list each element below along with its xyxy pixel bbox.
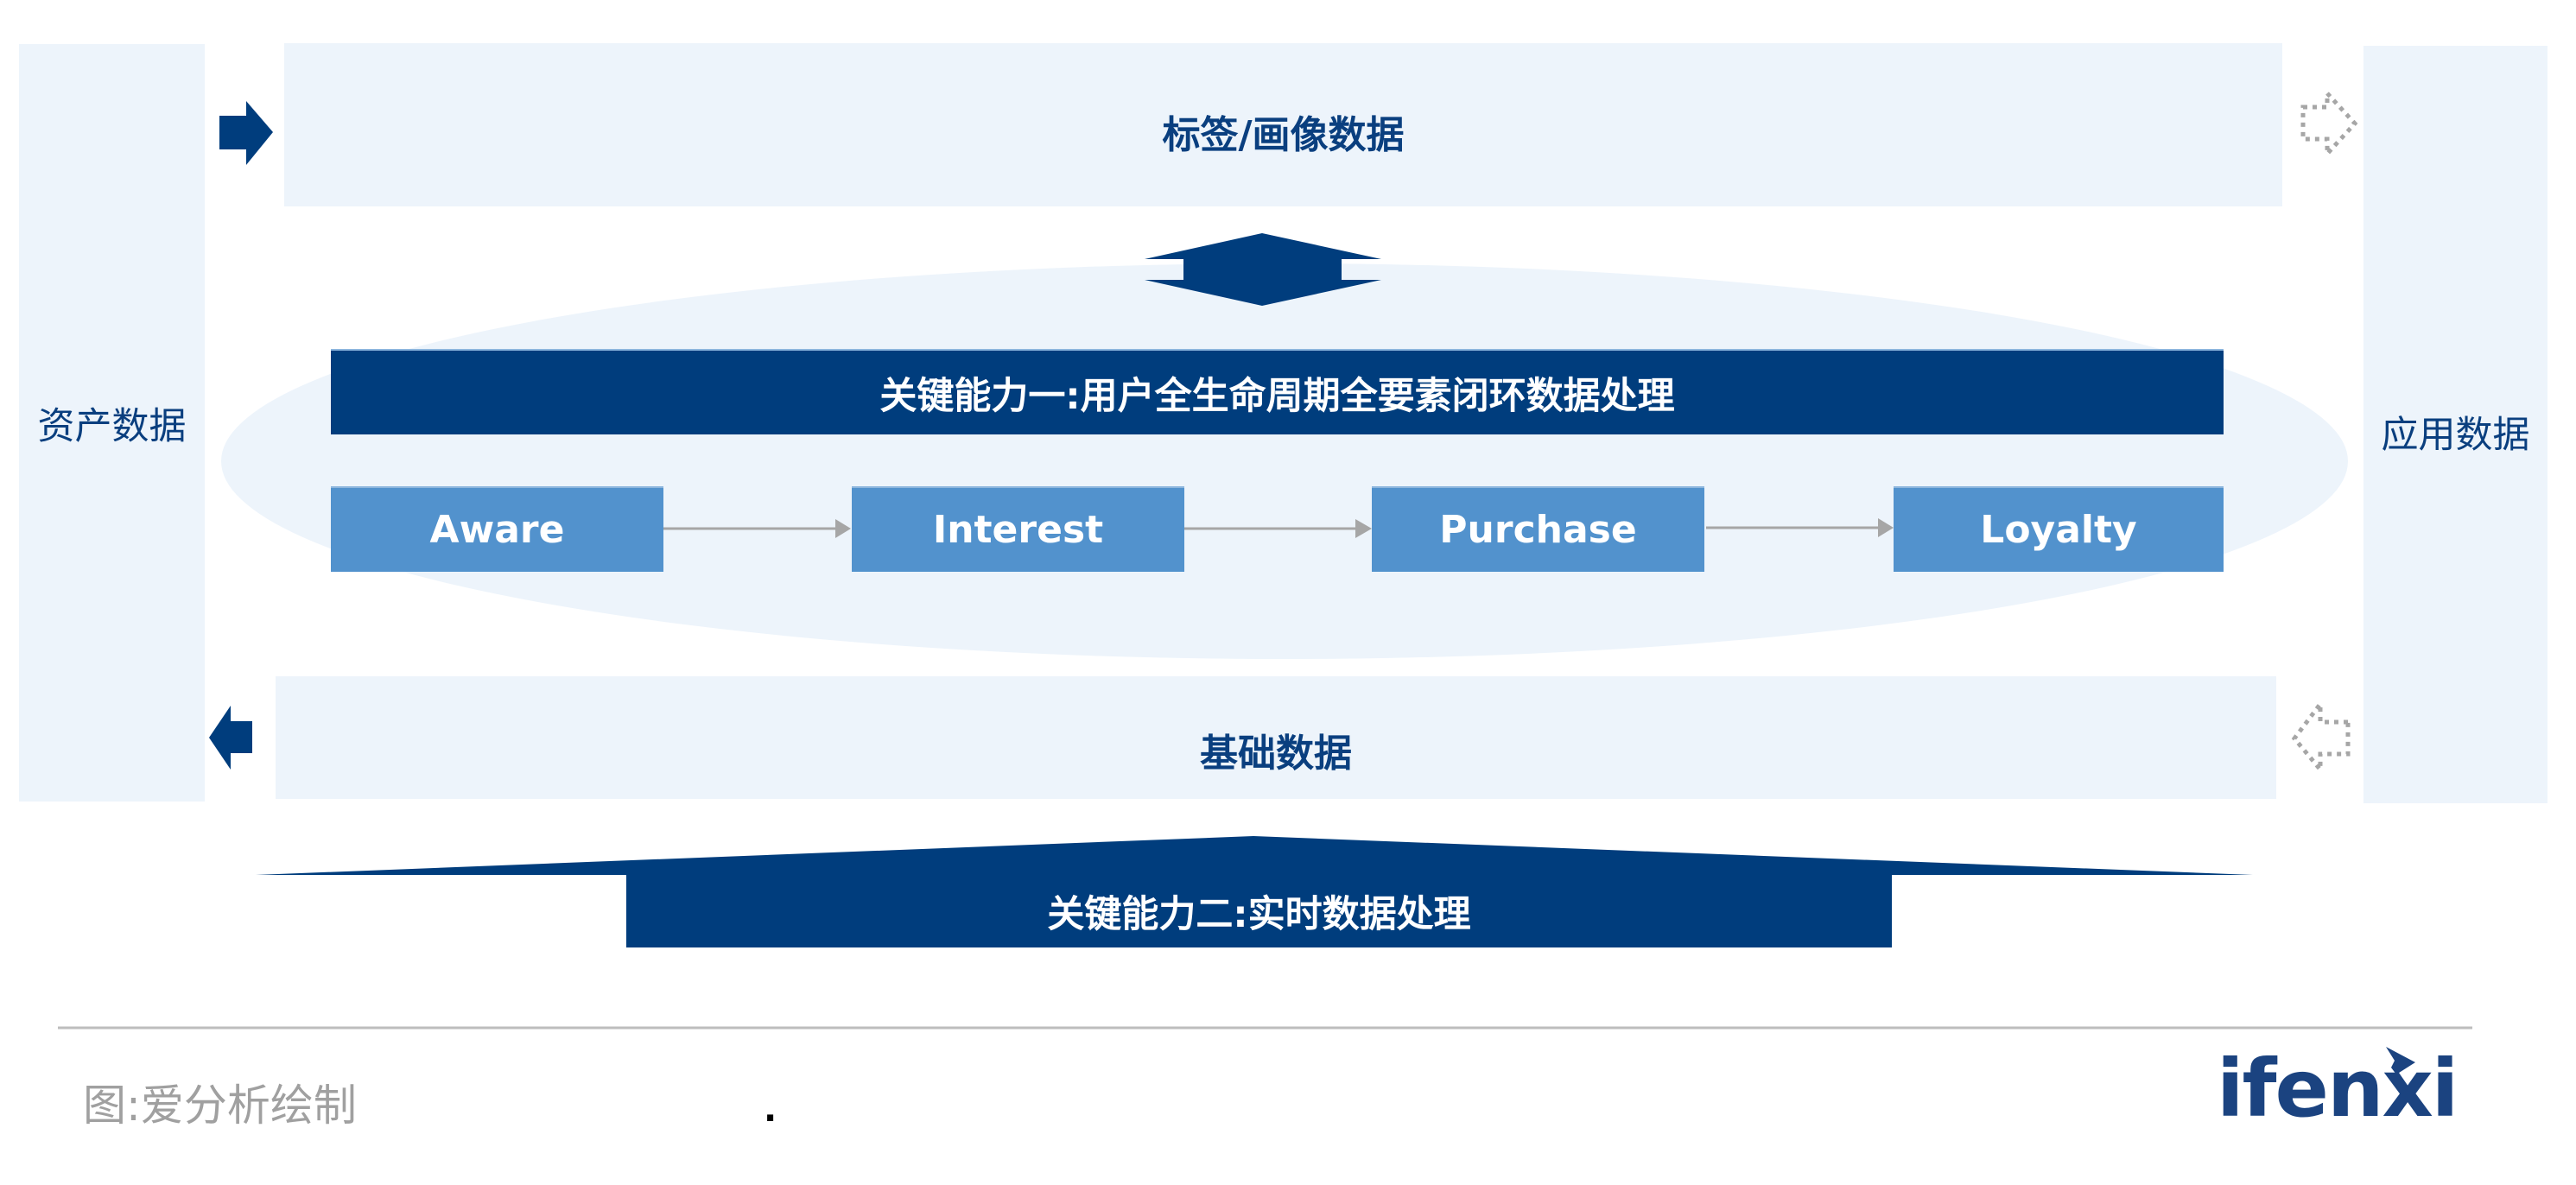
application-data-panel: 应用数据 [2363,46,2547,803]
base-data-label: 基础数据 [1200,732,1352,776]
asset-data-panel: 资产数据 [19,44,205,802]
capability-two-label: 关键能力二:实时数据处理 [1047,893,1471,936]
base-data-banner: 基础数据 [276,676,2276,799]
tag-profile-data-banner: 标签/画像数据 [284,43,2282,206]
source-note: 图:爱分析绘制 [83,1080,357,1131]
capability-one-bar: 关键能力一:用户全生命周期全要素闭环数据处理 [331,349,2224,434]
ifenxi-logo: ifenxi [2217,1045,2459,1129]
stage-purchase-label: Purchase [1439,508,1637,552]
stage-purchase: Purchase [1372,486,1704,572]
capability-one-label: 关键能力一:用户全生命周期全要素闭环数据处理 [879,374,1675,418]
tag-profile-data-label: 标签/画像数据 [1162,113,1405,157]
asset-data-label: 资产数据 [37,405,187,448]
stage-interest: Interest [852,486,1184,572]
stray-dot: . [764,1090,777,1130]
stage-loyalty: Loyalty [1894,486,2224,572]
stage-aware-label: Aware [429,508,565,552]
capability-two-label-wrap: 关键能力二:实时数据处理 [626,875,1892,947]
stage-loyalty-label: Loyalty [1980,508,2137,552]
application-data-label: 应用数据 [2381,414,2530,457]
stage-interest-label: Interest [932,508,1104,552]
logo-swoosh-icon [2386,1047,2415,1074]
stage-aware: Aware [331,486,663,572]
lifecycle-ellipse [221,263,2348,659]
